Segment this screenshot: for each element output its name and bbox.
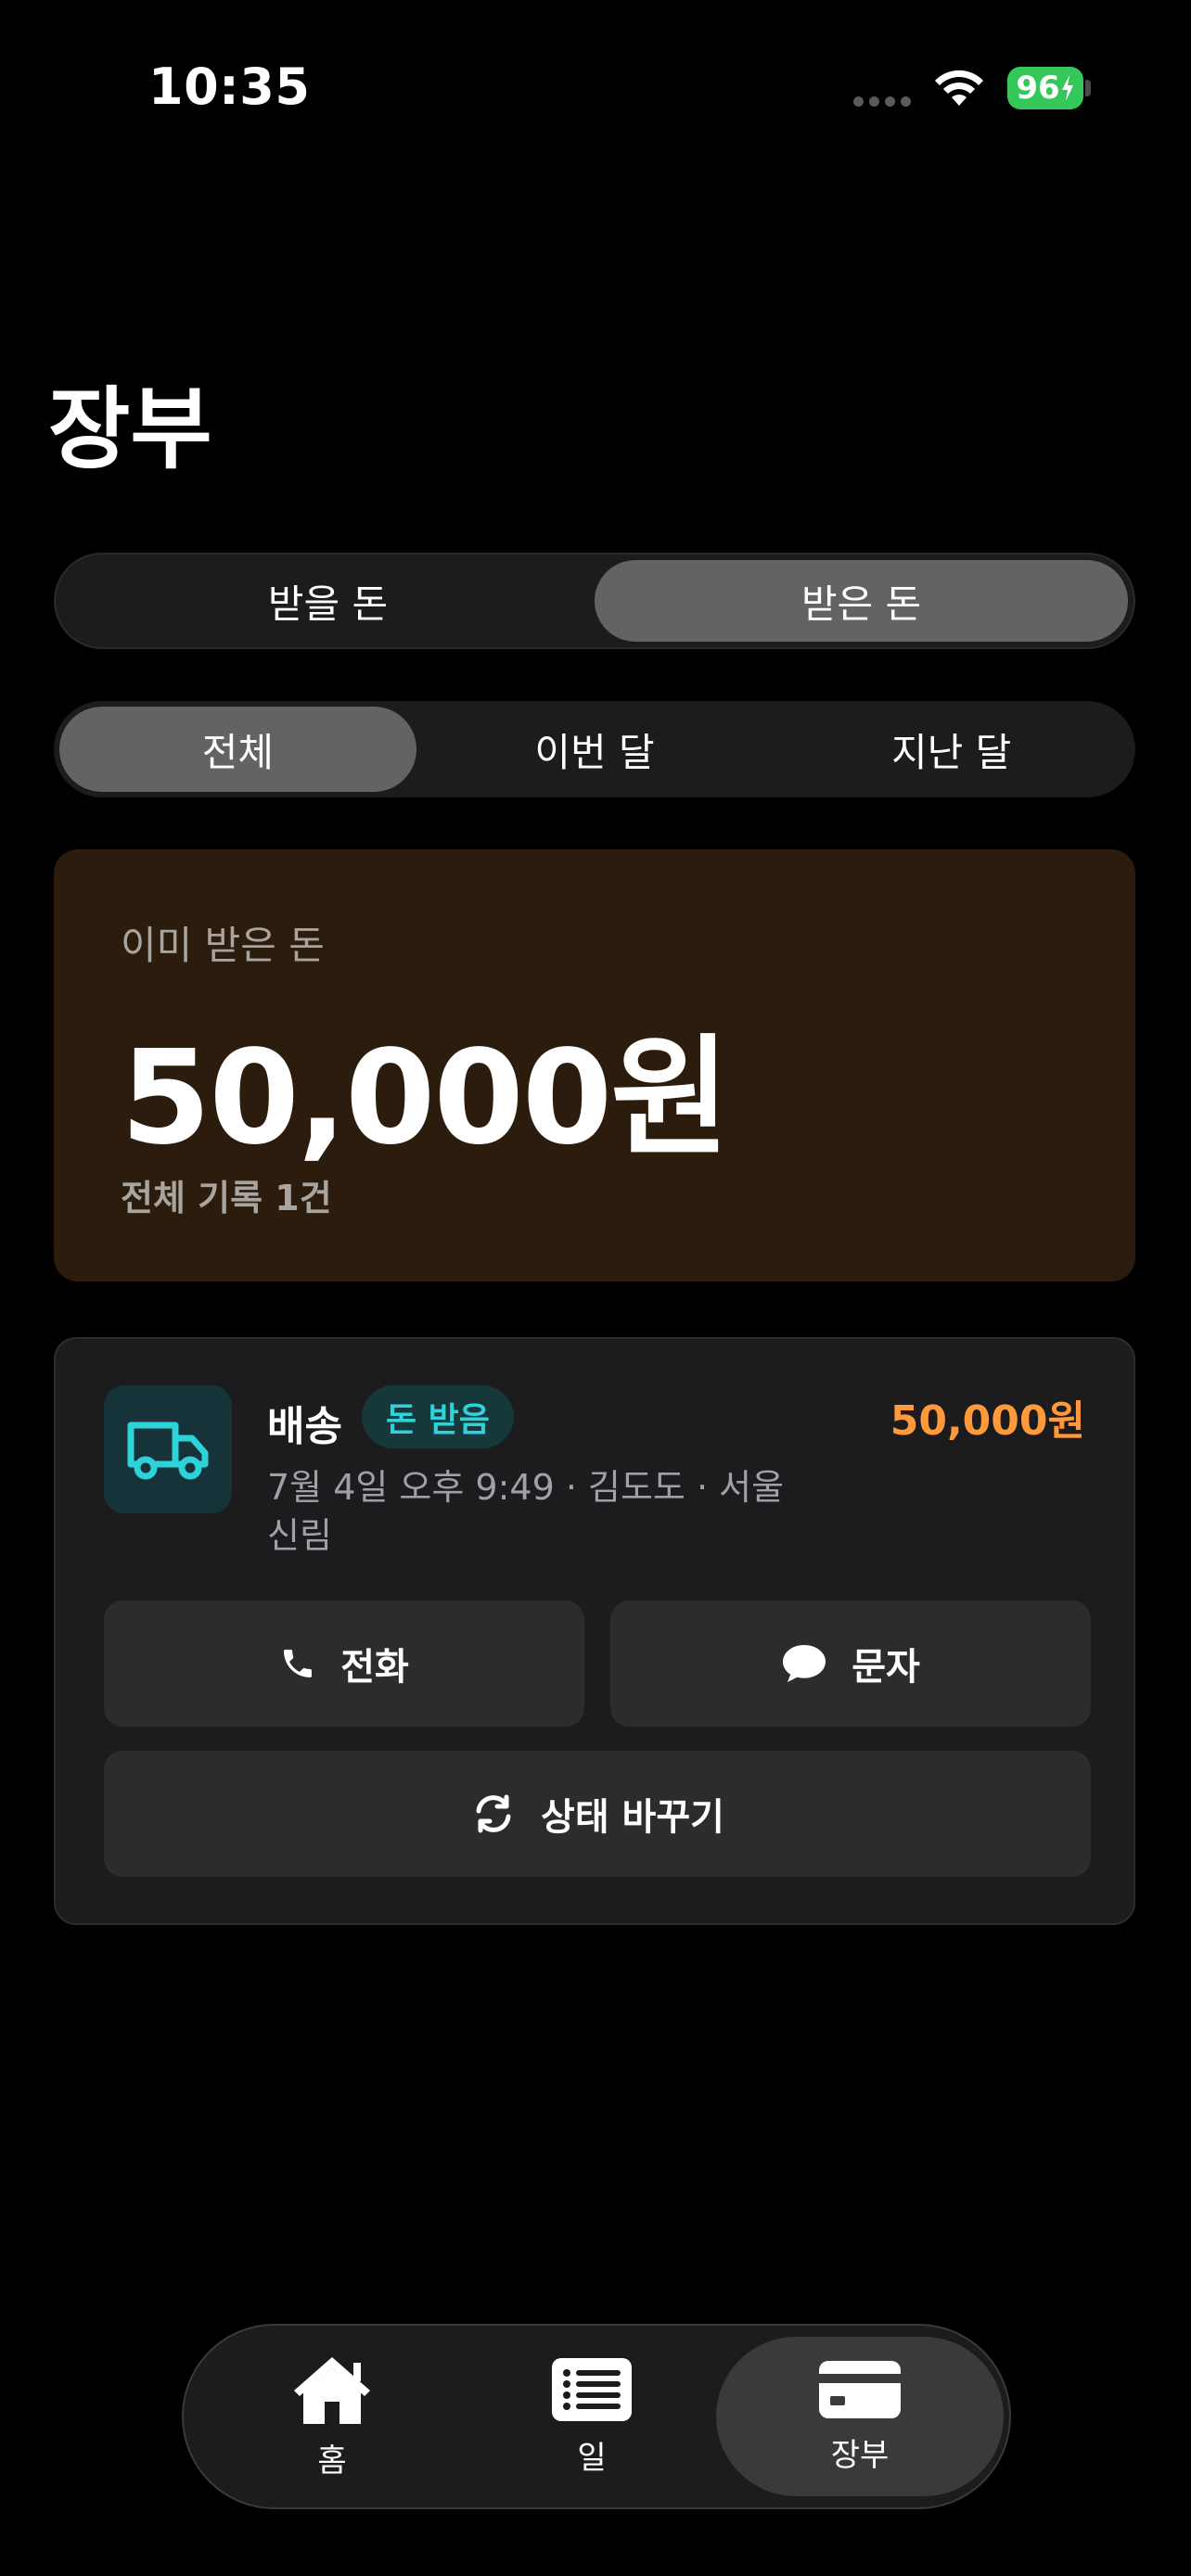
money-type-toggle: 받을 돈 받은 돈 bbox=[54, 553, 1135, 649]
card-icon bbox=[819, 2360, 901, 2418]
summary-record-count: 전체 기록 1건 bbox=[121, 1178, 332, 1218]
battery-icon: 96 bbox=[1007, 67, 1083, 109]
wifi-icon bbox=[935, 70, 983, 106]
tab-home-label: 홈 bbox=[317, 2442, 347, 2480]
home-icon bbox=[294, 2356, 370, 2424]
summary-card: 이미 받은 돈 50,000원 전체 기록 1건 bbox=[54, 849, 1135, 1282]
record-amount: 50,000원 bbox=[890, 1397, 1085, 1445]
cellular-signal-icon bbox=[853, 96, 911, 107]
record-title: 배송 bbox=[267, 1403, 342, 1450]
tab-work-label: 일 bbox=[577, 2439, 607, 2477]
tab-home[interactable]: 홈 bbox=[221, 2326, 443, 2507]
sms-button[interactable]: 문자 bbox=[610, 1600, 1091, 1727]
change-status-button[interactable]: 상태 바꾸기 bbox=[104, 1751, 1091, 1877]
tab-work[interactable]: 일 bbox=[480, 2326, 703, 2507]
status-time: 10:35 bbox=[148, 57, 311, 116]
summary-amount: 50,000원 bbox=[121, 1023, 730, 1174]
record-icon-box bbox=[104, 1385, 232, 1513]
sms-button-label: 문자 bbox=[852, 1646, 920, 1689]
status-badge: 돈 받음 bbox=[362, 1385, 514, 1448]
battery-cap bbox=[1085, 80, 1091, 96]
page-title: 장부 bbox=[48, 377, 212, 481]
summary-label: 이미 받은 돈 bbox=[121, 923, 325, 968]
period-filter: 전체 이번 달 지난 달 bbox=[54, 701, 1135, 797]
toggle-received[interactable]: 받은 돈 bbox=[595, 560, 1128, 642]
call-button-label: 전화 bbox=[340, 1646, 409, 1689]
tab-ledger[interactable]: 장부 bbox=[716, 2337, 1004, 2496]
truck-icon bbox=[127, 1422, 209, 1480]
record-meta: 7월 4일 오후 9:49 · 김도도 · 서울 신림 bbox=[267, 1467, 785, 1556]
filter-this-month[interactable]: 이번 달 bbox=[416, 707, 774, 792]
message-bubble-icon bbox=[783, 1645, 826, 1682]
record-card[interactable]: 배송 돈 받음 50,000원 7월 4일 오후 9:49 · 김도도 · 서울… bbox=[54, 1337, 1135, 1925]
call-button[interactable]: 전화 bbox=[104, 1600, 584, 1727]
tab-ledger-label: 장부 bbox=[830, 2436, 890, 2474]
filter-all[interactable]: 전체 bbox=[59, 707, 416, 792]
battery-level: 96 bbox=[1016, 70, 1060, 107]
charging-bolt-icon bbox=[1061, 75, 1073, 101]
toggle-receivable[interactable]: 받을 돈 bbox=[61, 560, 595, 642]
phone-icon bbox=[284, 1650, 313, 1677]
refresh-icon bbox=[476, 1794, 511, 1833]
filter-last-month[interactable]: 지난 달 bbox=[773, 707, 1130, 792]
list-icon bbox=[552, 2357, 632, 2421]
tab-bar: 홈 일 장부 bbox=[182, 2324, 1011, 2509]
change-status-label: 상태 바꾸기 bbox=[541, 1796, 724, 1839]
